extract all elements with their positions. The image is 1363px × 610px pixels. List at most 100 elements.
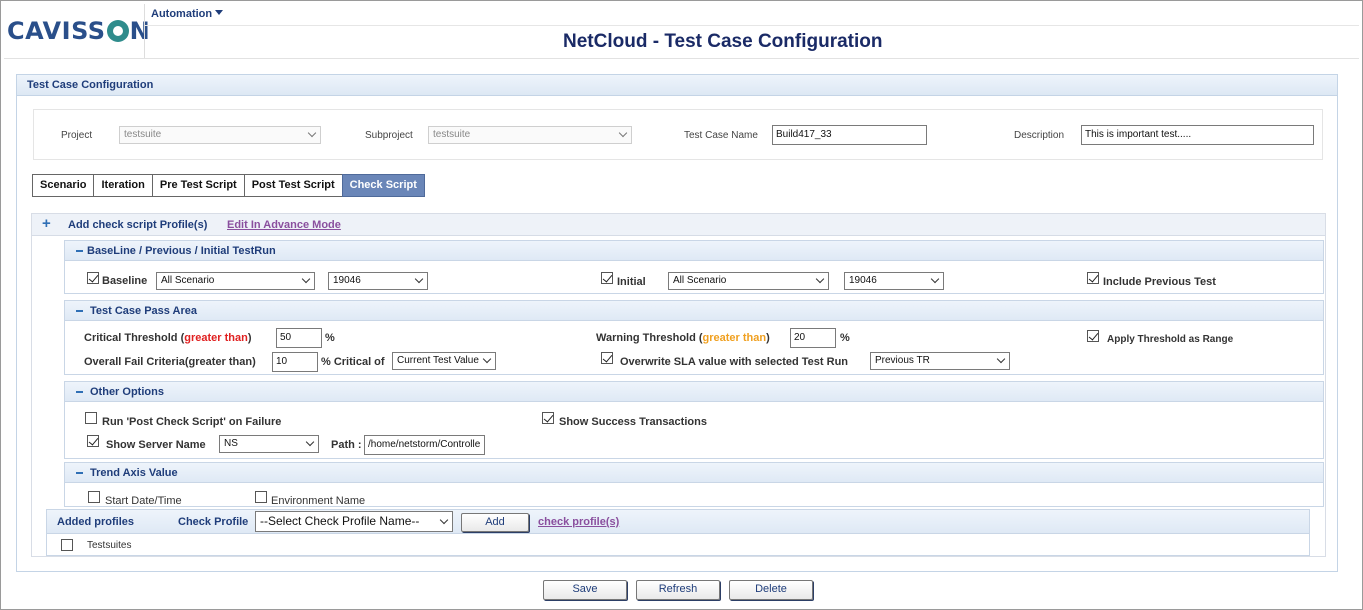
chevron-down-icon: [305, 437, 315, 447]
baseline-checkbox[interactable]: [87, 272, 99, 284]
add-check-script-label: Add check script Profile(s): [68, 219, 208, 231]
show-success-checkbox[interactable]: [542, 412, 554, 424]
added-profiles-section: Added profiles Check Profile --Select Ch…: [46, 509, 1310, 556]
filters-box: Project testsuite Subproject testsuite T…: [33, 109, 1323, 160]
delete-button[interactable]: Delete: [729, 580, 813, 600]
initial-scenario-select[interactable]: All Scenario: [668, 272, 829, 290]
overwrite-sla-label: Overwrite SLA value with selected Test R…: [620, 356, 849, 368]
tab-pre-test-script[interactable]: Pre Test Script: [151, 174, 244, 197]
panel-title: Test Case Configuration: [17, 75, 1337, 96]
start-date-checkbox[interactable]: [88, 491, 100, 503]
check-profile-label: Check Profile: [178, 516, 249, 528]
tab-check-script[interactable]: Check Script: [341, 174, 425, 197]
subproject-select[interactable]: testsuite: [428, 126, 632, 144]
chevron-down-icon: [618, 128, 628, 138]
pass-area-section-header[interactable]: Test Case Pass Area: [65, 301, 1323, 321]
tab-scenario[interactable]: Scenario: [32, 174, 94, 197]
pass-area-section-title: Test Case Pass Area: [90, 305, 198, 317]
check-script-area: + Add check script Profile(s) Edit In Ad…: [31, 213, 1326, 557]
collapse-icon[interactable]: [76, 391, 83, 393]
tab-bar: Scenario Iteration Pre Test Script Post …: [32, 174, 425, 197]
test-case-config-panel: Test Case Configuration Project testsuit…: [16, 74, 1338, 572]
edit-advance-mode-link[interactable]: Edit In Advance Mode: [227, 219, 341, 231]
tab-iteration[interactable]: Iteration: [93, 174, 152, 197]
start-date-label: Start Date/Time: [105, 495, 182, 507]
show-success-label: Show Success Transactions: [559, 416, 707, 428]
show-server-label: Show Server Name: [106, 439, 206, 451]
profile-name: Testsuites: [87, 540, 132, 551]
profile-row-checkbox[interactable]: [61, 539, 73, 551]
threshold-range-label: Apply Threshold as Range: [1107, 334, 1234, 345]
baseline-scenario-select[interactable]: All Scenario: [156, 272, 315, 290]
check-script-header: + Add check script Profile(s) Edit In Ad…: [32, 214, 1325, 236]
tab-post-test-script[interactable]: Post Test Script: [243, 174, 342, 197]
overwrite-sla-checkbox[interactable]: [601, 352, 613, 364]
project-label: Project: [61, 130, 93, 141]
pass-area-section: Test Case Pass Area Critical Threshold (…: [64, 300, 1324, 375]
overall-fail-label: Overall Fail Criteria(greater than): [84, 356, 256, 368]
critical-of-select[interactable]: Current Test Value: [392, 352, 496, 370]
baseline-section-header[interactable]: BaseLine / Previous / Initial TestRun: [65, 241, 1323, 261]
critical-threshold-label: Critical Threshold (greater than): [84, 332, 252, 344]
path-label: Path :: [331, 439, 362, 451]
warning-pct-label: %: [840, 332, 850, 344]
initial-checkbox[interactable]: [601, 272, 613, 284]
cavisson-logo: CAVISS N: [7, 17, 151, 45]
collapse-icon[interactable]: [76, 472, 83, 474]
plus-icon[interactable]: +: [42, 216, 51, 231]
check-profile-select[interactable]: --Select Check Profile Name--: [255, 511, 453, 532]
trend-axis-section-header[interactable]: Trend Axis Value: [65, 463, 1323, 483]
baseline-section: BaseLine / Previous / Initial TestRun Ba…: [64, 240, 1324, 294]
automation-menu[interactable]: Automation: [151, 8, 224, 20]
other-options-section-title: Other Options: [90, 386, 164, 398]
check-profiles-link[interactable]: check profile(s): [538, 516, 619, 528]
page-title: NetCloud - Test Case Configuration: [563, 31, 883, 52]
include-previous-checkbox[interactable]: [1087, 272, 1099, 284]
post-check-failure-label: Run 'Post Check Script' on Failure: [102, 416, 282, 428]
description-input[interactable]: This is important test.....: [1081, 125, 1314, 145]
top-menu-bar: [145, 4, 1359, 26]
chevron-down-icon: [815, 274, 825, 284]
chevron-down-icon: [414, 274, 424, 284]
collapse-icon[interactable]: [76, 250, 83, 252]
overall-fail-input[interactable]: 10: [272, 352, 318, 372]
header-divider-line: [4, 58, 1359, 59]
chevron-down-icon: [996, 354, 1006, 364]
trend-axis-section: Trend Axis Value Start Date/Time Environ…: [64, 462, 1324, 507]
threshold-range-checkbox[interactable]: [1087, 330, 1099, 342]
logo-o-icon: [106, 20, 129, 42]
baseline-run-select[interactable]: 19046: [328, 272, 428, 290]
chevron-down-icon: [307, 128, 317, 138]
testcase-name-label: Test Case Name: [684, 130, 758, 141]
other-options-section-header[interactable]: Other Options: [65, 382, 1323, 402]
server-select[interactable]: NS: [219, 435, 319, 453]
project-select[interactable]: testsuite: [119, 126, 321, 144]
warning-threshold-label: Warning Threshold (greater than): [596, 332, 770, 344]
critical-of-label: % Critical of: [321, 356, 385, 368]
critical-pct-label: %: [325, 332, 335, 344]
caret-down-icon: [215, 10, 224, 15]
post-check-failure-checkbox[interactable]: [85, 412, 97, 424]
refresh-button[interactable]: Refresh: [636, 580, 720, 600]
baseline-label: Baseline: [102, 275, 148, 287]
testcase-name-input[interactable]: Build417_33: [772, 125, 927, 145]
add-profile-button[interactable]: Add: [461, 513, 529, 532]
initial-run-select[interactable]: 19046: [844, 272, 944, 290]
environment-name-label: Environment Name: [271, 495, 366, 507]
path-input[interactable]: /home/netstorm/Controlle: [364, 435, 485, 455]
warning-threshold-input[interactable]: 20: [790, 328, 836, 348]
environment-name-checkbox[interactable]: [255, 491, 267, 503]
trend-axis-section-title: Trend Axis Value: [90, 467, 178, 479]
added-profiles-title: Added profiles: [57, 516, 135, 528]
critical-threshold-input[interactable]: 50: [276, 328, 322, 348]
overwrite-sla-select[interactable]: Previous TR: [870, 352, 1010, 370]
collapse-icon[interactable]: [76, 310, 83, 312]
subproject-label: Subproject: [365, 130, 413, 141]
save-button[interactable]: Save: [543, 580, 627, 600]
profile-row: Testsuites: [47, 535, 1309, 555]
initial-label: Initial: [617, 276, 646, 288]
chevron-down-icon: [301, 274, 311, 284]
show-server-checkbox[interactable]: [87, 435, 99, 447]
other-options-section: Other Options Run 'Post Check Script' on…: [64, 381, 1324, 459]
added-profiles-header: Added profiles Check Profile --Select Ch…: [47, 510, 1309, 534]
